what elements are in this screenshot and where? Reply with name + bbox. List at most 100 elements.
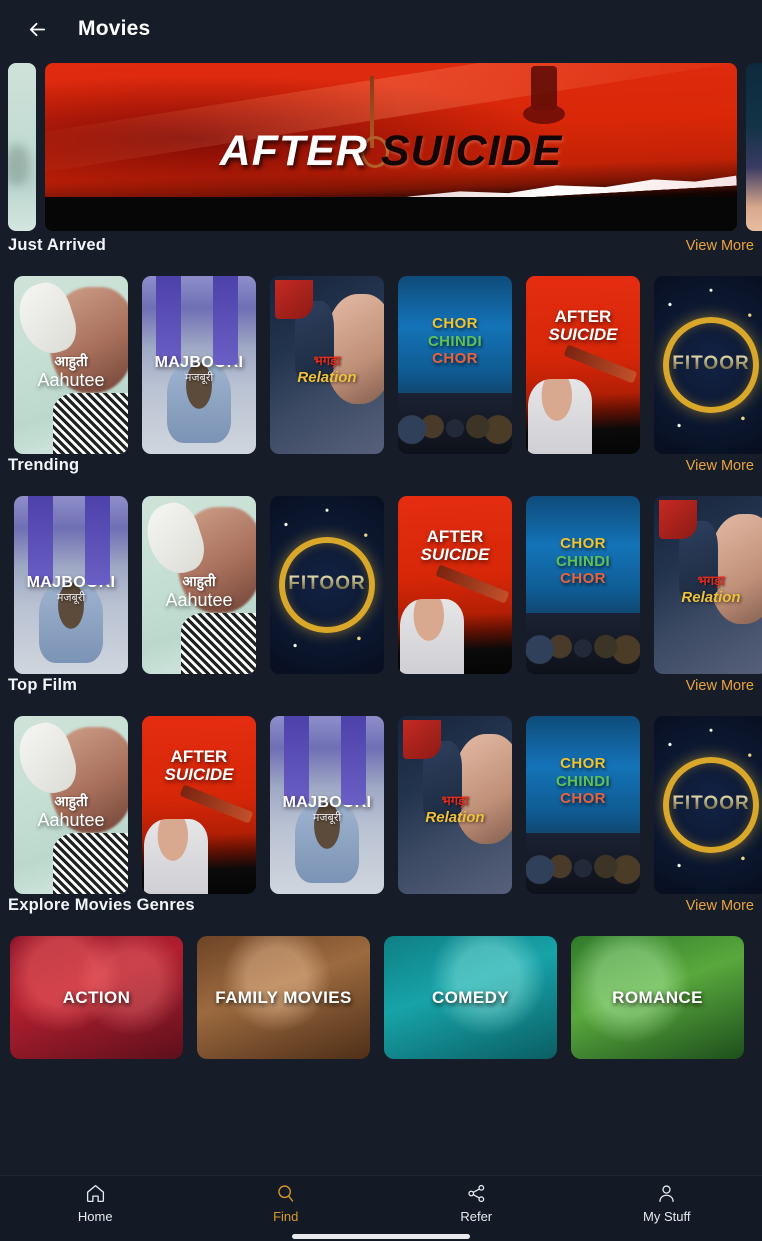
- movies-screen: Movies AFTER SUICIDE Just Arrived View M…: [0, 0, 762, 1241]
- poster-card[interactable]: AFTER SUICIDE: [398, 496, 512, 674]
- section-title: Top Film: [8, 676, 78, 694]
- genre-card-comedy[interactable]: COMEDY: [384, 936, 557, 1059]
- view-more-trending[interactable]: View More: [686, 458, 754, 474]
- poster-card[interactable]: भगड़ा Relation: [398, 716, 512, 894]
- poster-decoration: [295, 801, 359, 884]
- poster-title-native: आहुती: [54, 353, 88, 370]
- poster-decoration: [180, 613, 256, 674]
- banner-carousel[interactable]: AFTER SUICIDE: [0, 58, 762, 236]
- poster-title-latin: Aahutee: [37, 370, 105, 391]
- poster-decoration: [423, 740, 462, 820]
- poster-title-line3: CHOR: [560, 569, 606, 587]
- poster-title-line1: CHOR: [432, 315, 478, 333]
- poster-card[interactable]: भगड़ा Relation: [654, 496, 762, 674]
- poster-label: CHOR CHINDI CHOR: [398, 315, 512, 367]
- section-title: Just Arrived: [8, 236, 107, 254]
- poster-card[interactable]: आहुती Aahutee: [14, 276, 128, 454]
- poster-title-latin: Aahutee: [165, 590, 233, 611]
- poster-title-line1: CHOR: [560, 535, 606, 553]
- nav-item-find[interactable]: Find: [191, 1183, 382, 1224]
- genre-label: ACTION: [62, 987, 131, 1007]
- home-indicator: [292, 1234, 470, 1239]
- poster-title-line1: AFTER: [170, 747, 228, 767]
- nav-label: Refer: [460, 1209, 493, 1224]
- person-icon: [659, 1185, 674, 1203]
- poster-ring-graphic: [663, 317, 759, 413]
- poster-card[interactable]: MAJBOORI मजबूरी: [270, 716, 384, 894]
- poster-decoration: [52, 833, 128, 894]
- section-title: Explore Movies Genres: [8, 896, 195, 914]
- poster-card[interactable]: भगड़ा Relation: [270, 276, 384, 454]
- poster-label: AFTER SUICIDE: [142, 747, 256, 785]
- nav-item-home[interactable]: Home: [0, 1183, 191, 1224]
- poster-title-line1: AFTER: [426, 527, 484, 547]
- poster-title-line2: SUICIDE: [548, 325, 618, 345]
- section-header-genres: Explore Movies Genres View More: [0, 896, 762, 936]
- genre-card-romance[interactable]: ROMANCE: [571, 936, 744, 1059]
- genre-card-family-movies[interactable]: FAMILY MOVIES: [197, 936, 370, 1059]
- poster-decoration: [526, 613, 640, 674]
- poster-card[interactable]: MAJBOORI मजबूरी: [14, 496, 128, 674]
- section-header-trending: Trending View More: [0, 456, 762, 496]
- banner-title-word2: SUICIDE: [380, 126, 563, 175]
- section-header-top-film: Top Film View More: [0, 676, 762, 716]
- banner-slide-active[interactable]: AFTER SUICIDE: [45, 63, 737, 231]
- poster-title-latin: Aahutee: [37, 810, 105, 831]
- poster-title-line1: CHOR: [560, 755, 606, 773]
- poster-decoration: [526, 833, 640, 894]
- back-button[interactable]: [22, 14, 52, 44]
- poster-label: आहुती Aahutee: [142, 574, 256, 611]
- bottom-spacer: [0, 1064, 762, 1130]
- share-icon: [468, 1184, 484, 1203]
- poster-card[interactable]: FITOOR: [654, 716, 762, 894]
- poster-label: CHOR CHINDI CHOR: [526, 755, 640, 807]
- poster-card[interactable]: CHOR CHINDI CHOR: [398, 276, 512, 454]
- view-more-just-arrived[interactable]: View More: [686, 238, 754, 254]
- banner-slide-next[interactable]: [746, 63, 762, 231]
- poster-card[interactable]: MAJBOORI मजबूरी: [142, 276, 256, 454]
- poster-card[interactable]: CHOR CHINDI CHOR: [526, 716, 640, 894]
- poster-title-line2: CHINDI: [427, 332, 483, 350]
- poster-decoration: [39, 581, 103, 664]
- poster-row-trending[interactable]: MAJBOORI मजबूरी आहुती Aahutee FITOOR AFT…: [0, 496, 762, 676]
- view-more-top-film[interactable]: View More: [686, 678, 754, 694]
- view-more-genres[interactable]: View More: [686, 898, 754, 914]
- poster-decoration: [167, 361, 231, 444]
- poster-ring-graphic: [279, 537, 375, 633]
- poster-title-native: आहुती: [54, 793, 88, 810]
- section-header-just-arrived: Just Arrived View More: [0, 236, 762, 276]
- poster-card[interactable]: CHOR CHINDI CHOR: [526, 496, 640, 674]
- genre-label: FAMILY MOVIES: [215, 987, 352, 1007]
- nav-item-refer[interactable]: Refer: [381, 1183, 572, 1224]
- poster-title-line3: CHOR: [432, 349, 478, 367]
- poster-card[interactable]: आहुती Aahutee: [142, 496, 256, 674]
- search-icon: [278, 1185, 294, 1202]
- poster-decoration: [679, 520, 718, 600]
- bottom-navigation: Home Find Refer My Stuff: [0, 1175, 762, 1241]
- poster-label: CHOR CHINDI CHOR: [526, 535, 640, 587]
- nav-label: Find: [273, 1209, 299, 1224]
- genre-row[interactable]: ACTION FAMILY MOVIES COMEDY ROMANCE: [0, 936, 762, 1064]
- poster-label: आहुती Aahutee: [14, 794, 128, 831]
- page-title: Movies: [78, 17, 151, 40]
- poster-ring-graphic: [663, 757, 759, 853]
- poster-card[interactable]: FITOOR: [270, 496, 384, 674]
- nav-label: Home: [77, 1209, 113, 1224]
- banner-title: AFTER SUICIDE: [45, 127, 737, 176]
- poster-label: आहुती Aahutee: [14, 354, 128, 391]
- genre-label: COMEDY: [431, 987, 510, 1007]
- poster-card[interactable]: AFTER SUICIDE: [142, 716, 256, 894]
- poster-card[interactable]: आहुती Aahutee: [14, 716, 128, 894]
- poster-label: AFTER SUICIDE: [526, 307, 640, 345]
- genre-card-action[interactable]: ACTION: [10, 936, 183, 1059]
- poster-title-line2: SUICIDE: [164, 765, 234, 785]
- nav-item-my-stuff[interactable]: My Stuff: [572, 1183, 762, 1224]
- poster-card[interactable]: AFTER SUICIDE: [526, 276, 640, 454]
- poster-row-top-film[interactable]: आहुती Aahutee AFTER SUICIDE MAJBOORI मजब…: [0, 716, 762, 896]
- banner-slide-previous[interactable]: [8, 63, 36, 231]
- banner-black-strip: [45, 197, 737, 231]
- home-icon: [86, 1184, 104, 1203]
- poster-title-line2: CHINDI: [555, 552, 611, 570]
- poster-card[interactable]: FITOOR: [654, 276, 762, 454]
- poster-row-just-arrived[interactable]: आहुती Aahutee MAJBOORI मजबूरी भगड़ा Rela…: [0, 276, 762, 456]
